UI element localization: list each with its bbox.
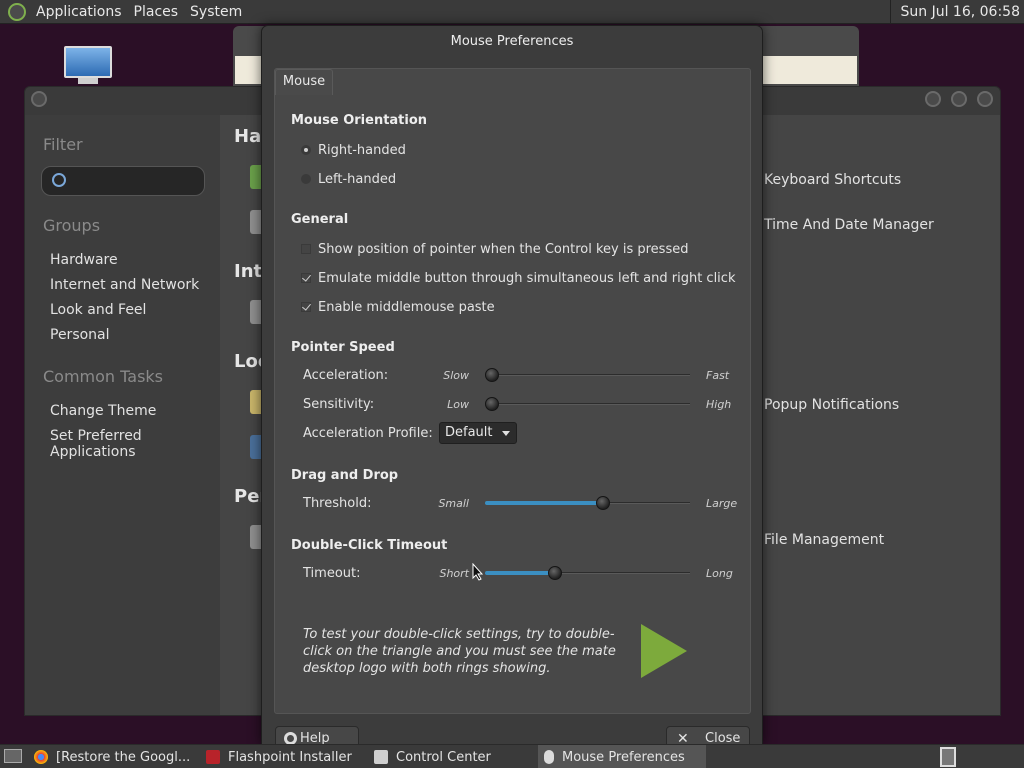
drag-drop-heading: Drag and Drop: [291, 468, 399, 483]
maximize-button[interactable]: [951, 91, 967, 107]
timeout-label: Timeout:: [303, 566, 361, 581]
pointer-speed-heading: Pointer Speed: [291, 340, 395, 355]
double-click-test-triangle-icon[interactable]: [639, 624, 689, 678]
threshold-min-label: Small: [438, 497, 469, 510]
task-flashpoint[interactable]: Flashpoint Installer: [202, 745, 368, 768]
middlemouse-paste-checkbox[interactable]: Enable middlemouse paste: [301, 298, 495, 316]
threshold-slider[interactable]: [485, 496, 690, 510]
right-handed-radio[interactable]: Right-handed: [301, 141, 406, 159]
timeout-max-label: Long: [706, 567, 733, 580]
minimize-button[interactable]: [925, 91, 941, 107]
menu-places[interactable]: Places: [128, 4, 185, 20]
timeout-slider[interactable]: [485, 566, 690, 580]
sensitivity-slider[interactable]: [485, 397, 690, 411]
middlemouse-paste-label: Enable middlemouse paste: [318, 299, 495, 315]
filter-heading: Filter: [43, 135, 83, 154]
computer-icon[interactable]: [64, 46, 112, 84]
right-handed-label: Right-handed: [318, 142, 406, 158]
slider-knob[interactable]: [548, 566, 563, 580]
flashpoint-icon: [206, 750, 220, 764]
slider-knob[interactable]: [595, 496, 610, 510]
emulate-middle-label: Emulate middle button through simultaneo…: [318, 270, 736, 286]
task-set-preferred-apps[interactable]: Set Preferred Applications: [50, 428, 170, 460]
workspace-switcher-icon[interactable]: [940, 747, 956, 767]
group-personal[interactable]: Personal: [50, 327, 110, 343]
control-center-icon: [374, 750, 388, 764]
groups-heading: Groups: [43, 216, 101, 235]
search-input[interactable]: [41, 166, 205, 196]
group-hardware[interactable]: Hardware: [50, 252, 118, 268]
left-handed-radio[interactable]: Left-handed: [301, 170, 396, 188]
left-handed-label: Left-handed: [318, 171, 397, 187]
show-desktop-icon[interactable]: [4, 749, 22, 763]
task-label: Control Center: [396, 749, 491, 765]
common-tasks-heading: Common Tasks: [43, 367, 164, 386]
sensitivity-label: Sensitivity:: [303, 397, 375, 412]
radio-indicator: [301, 145, 311, 155]
dialog-title: Mouse Preferences: [450, 34, 574, 49]
top-panel: Applications Places System Sun Jul 16, 0…: [0, 0, 1024, 24]
orientation-heading: Mouse Orientation: [291, 113, 428, 128]
task-label: Mouse Preferences: [562, 749, 685, 765]
mouse-icon: [544, 750, 554, 764]
close-window-button[interactable]: [977, 91, 993, 107]
slider-knob[interactable]: [485, 368, 499, 382]
task-label: Flashpoint Installer: [228, 749, 352, 765]
task-control-center[interactable]: Control Center: [370, 745, 536, 768]
general-heading: General: [291, 212, 349, 227]
group-internet[interactable]: Internet and Network: [50, 277, 199, 293]
mouse-cursor-icon: [472, 563, 484, 581]
acceleration-label: Acceleration:: [303, 368, 389, 383]
chevron-down-icon: [502, 431, 510, 436]
mouse-tab-panel: Mouse Orientation Right-handed Left-hand…: [274, 68, 751, 714]
threshold-max-label: Large: [706, 497, 738, 510]
bottom-panel: [Restore the Googl... Flashpoint Install…: [0, 744, 1024, 768]
sensitivity-max-label: High: [706, 398, 732, 411]
timeout-min-label: Short: [439, 567, 469, 580]
checkbox-indicator: [301, 273, 311, 283]
accel-profile-label: Acceleration Profile:: [303, 426, 433, 441]
double-click-heading: Double-Click Timeout: [291, 538, 448, 553]
checkbox-indicator: [301, 302, 311, 312]
slider-knob[interactable]: [485, 397, 499, 411]
checkbox-indicator: [301, 244, 311, 254]
window-menu-button[interactable]: [31, 91, 47, 107]
tab-mouse[interactable]: Mouse: [275, 69, 333, 95]
task-change-theme[interactable]: Change Theme: [50, 403, 156, 419]
item-time-and-date[interactable]: Time And Date Manager: [764, 217, 934, 233]
menu-applications[interactable]: Applications: [30, 4, 128, 20]
chrome-icon: [34, 750, 48, 764]
task-restore-google[interactable]: [Restore the Googl...: [34, 745, 200, 768]
search-icon: [52, 173, 66, 187]
show-pointer-label: Show position of pointer when the Contro…: [318, 241, 689, 257]
task-mouse-preferences[interactable]: Mouse Preferences: [538, 745, 706, 768]
acceleration-max-label: Fast: [706, 369, 730, 382]
emulate-middle-checkbox[interactable]: Emulate middle button through simultaneo…: [301, 269, 735, 287]
control-center-sidebar: Filter Groups Hardware Internet and Netw…: [25, 115, 220, 715]
show-pointer-checkbox[interactable]: Show position of pointer when the Contro…: [301, 240, 688, 258]
item-keyboard-shortcuts[interactable]: Keyboard Shortcuts: [764, 172, 901, 188]
task-label: [Restore the Googl...: [56, 749, 191, 765]
mouse-preferences-dialog: Mouse Preferences Mouse Orientation Righ…: [261, 25, 763, 752]
threshold-label: Threshold:: [303, 496, 372, 511]
menu-system[interactable]: System: [184, 4, 248, 20]
accel-profile-dropdown[interactable]: Default: [439, 422, 517, 444]
mate-logo-icon[interactable]: [8, 2, 26, 21]
sensitivity-min-label: Low: [447, 398, 469, 411]
double-click-test-text: To test your double-click settings, try …: [303, 627, 616, 676]
clock[interactable]: Sun Jul 16, 06:58: [889, 0, 1024, 24]
radio-indicator: [301, 174, 311, 184]
item-file-management[interactable]: File Management: [764, 532, 884, 548]
accel-profile-value: Default: [445, 425, 493, 440]
acceleration-slider[interactable]: [485, 368, 690, 382]
acceleration-min-label: Slow: [443, 369, 469, 382]
item-popup-notifications[interactable]: Popup Notifications: [764, 397, 899, 413]
group-look-and-feel[interactable]: Look and Feel: [50, 302, 146, 318]
